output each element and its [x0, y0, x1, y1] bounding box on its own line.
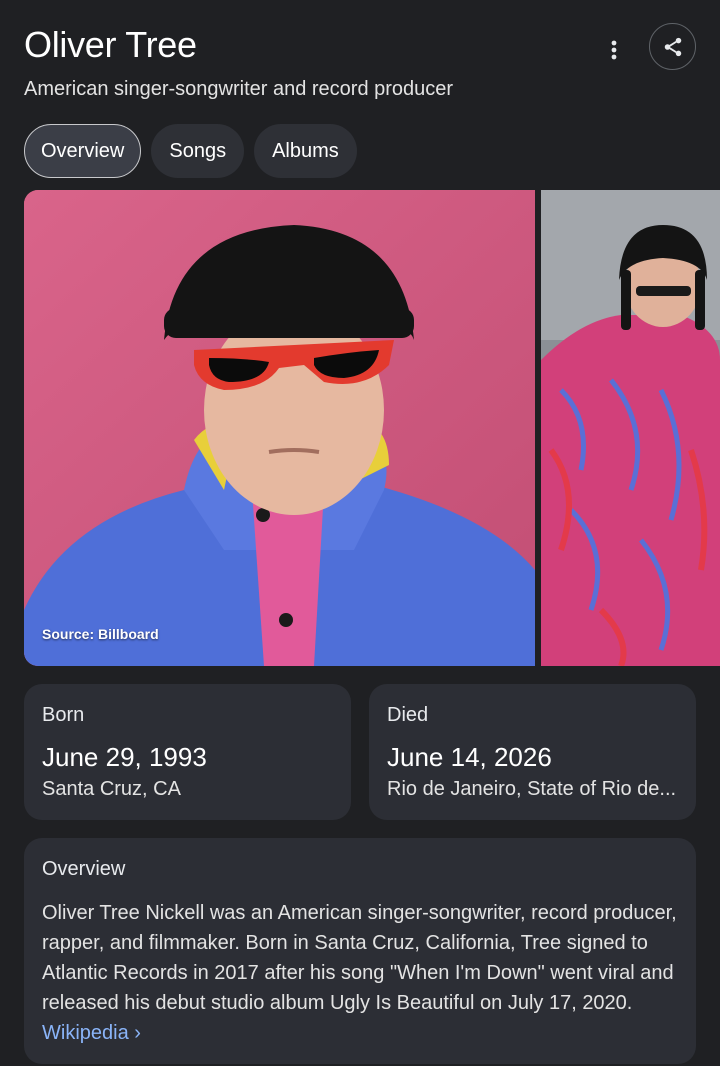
share-button[interactable] [649, 23, 696, 70]
chevron-right-icon: › [134, 1022, 141, 1044]
died-place: Rio de Janeiro, State of Rio de... [387, 778, 677, 800]
tab-overview[interactable]: Overview [24, 124, 142, 178]
born-label: Born [42, 704, 85, 726]
died-date: June 14, 2026 [387, 742, 552, 772]
main-photo[interactable]: Source: Billboard [24, 190, 535, 666]
tab-bar: Overview Songs Albums [24, 124, 357, 178]
page-subtitle: American singer-songwriter and record pr… [24, 78, 454, 100]
wikipedia-link-label: Wikipedia [42, 1022, 129, 1044]
born-card[interactable]: Born June 29, 1993 Santa Cruz, CA [24, 684, 351, 820]
overview-text: Oliver Tree Nickell was an American sing… [42, 898, 682, 1048]
overview-description: Oliver Tree Nickell was an American sing… [42, 902, 677, 1014]
image-source-caption: Source: Billboard [42, 626, 159, 642]
more-options-button[interactable] [596, 32, 632, 68]
page-title: Oliver Tree [24, 24, 197, 65]
born-place: Santa Cruz, CA [42, 778, 181, 800]
wikipedia-link[interactable]: Wikipedia › [42, 1022, 141, 1044]
knowledge-panel: Oliver Tree American singer-songwriter a… [0, 0, 720, 1066]
died-label: Died [387, 704, 429, 726]
share-icon [664, 37, 681, 56]
portrait-illustration-secondary [541, 190, 720, 666]
portrait-illustration [24, 190, 535, 666]
tab-albums[interactable]: Albums [254, 124, 357, 178]
died-card[interactable]: Died June 14, 2026 Rio de Janeiro, State… [369, 684, 696, 820]
born-date: June 29, 1993 [42, 742, 207, 772]
overview-card: Overview Oliver Tree Nickell was an Amer… [24, 838, 696, 1064]
overview-heading: Overview [42, 858, 126, 880]
secondary-photo[interactable] [541, 190, 720, 666]
more-vert-icon [611, 40, 617, 60]
tab-songs[interactable]: Songs [151, 124, 245, 178]
